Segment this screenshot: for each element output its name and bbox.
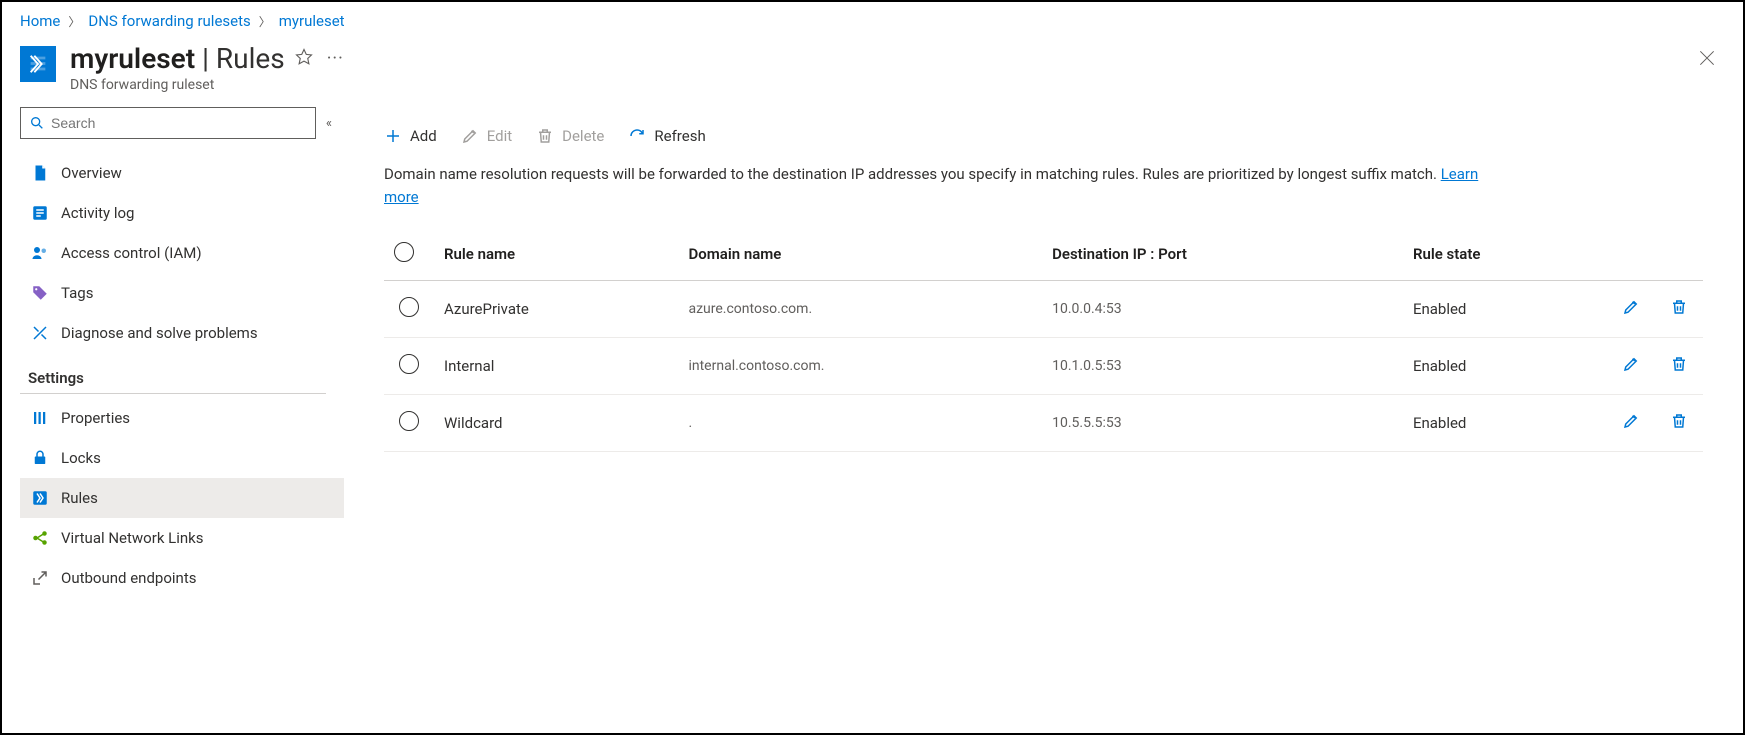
sidebar-item-tags[interactable]: Tags xyxy=(20,273,344,313)
sidebar-item-label: Activity log xyxy=(61,204,134,222)
cell-rule-name: Wildcard xyxy=(434,395,678,452)
cell-destination: 10.5.5.5:53 xyxy=(1042,395,1403,452)
lock-icon xyxy=(31,449,49,467)
sidebar-item-properties[interactable]: Properties xyxy=(20,398,344,438)
main-content: Add Edit Delete Refresh Domain name reso… xyxy=(344,107,1743,726)
sidebar-item-label: Diagnose and solve problems xyxy=(61,324,258,342)
iam-icon xyxy=(31,244,49,262)
add-label: Add xyxy=(410,127,437,145)
close-button[interactable] xyxy=(1697,48,1717,68)
row-select[interactable] xyxy=(399,297,419,317)
cell-rule-name: AzurePrivate xyxy=(434,281,678,338)
edit-row-icon[interactable] xyxy=(1622,412,1640,430)
cell-domain: internal.contoso.com. xyxy=(678,338,1042,395)
sidebar-item-overview[interactable]: Overview xyxy=(20,153,344,193)
col-destination[interactable]: Destination IP : Port xyxy=(1042,228,1403,281)
cell-state: Enabled xyxy=(1403,281,1607,338)
activity-log-icon xyxy=(31,204,49,222)
description-body: Domain name resolution requests will be … xyxy=(384,165,1441,183)
plus-icon xyxy=(384,127,402,145)
resource-name: myruleset xyxy=(70,42,195,75)
sidebar-search[interactable] xyxy=(20,107,316,139)
sidebar-item-label: Virtual Network Links xyxy=(61,529,204,547)
delete-row-icon[interactable] xyxy=(1670,298,1688,316)
rules-table: Rule name Domain name Destination IP : P… xyxy=(384,228,1703,452)
refresh-button[interactable]: Refresh xyxy=(628,127,705,145)
outbound-icon xyxy=(31,569,49,587)
col-rule-state[interactable]: Rule state xyxy=(1403,228,1607,281)
diagnose-icon xyxy=(31,324,49,342)
breadcrumb-rulesets[interactable]: DNS forwarding rulesets xyxy=(88,12,250,30)
breadcrumb: Home 〉 DNS forwarding rulesets 〉 myrules… xyxy=(2,2,1743,36)
resource-type-label: DNS forwarding ruleset xyxy=(70,77,348,93)
sidebar-item-outbound[interactable]: Outbound endpoints xyxy=(20,558,344,598)
more-actions-icon[interactable]: ··· xyxy=(323,48,348,69)
sidebar-item-iam[interactable]: Access control (IAM) xyxy=(20,233,344,273)
pin-star-icon[interactable] xyxy=(295,48,313,70)
table-row[interactable]: AzurePrivate azure.contoso.com. 10.0.0.4… xyxy=(384,281,1703,338)
sidebar-item-label: Outbound endpoints xyxy=(61,569,196,587)
delete-label: Delete xyxy=(562,127,604,145)
sidebar-section-settings: Settings xyxy=(20,353,326,394)
edit-button: Edit xyxy=(461,127,512,145)
refresh-icon xyxy=(628,127,646,145)
col-rule-name[interactable]: Rule name xyxy=(434,228,678,281)
table-row[interactable]: Internal internal.contoso.com. 10.1.0.5:… xyxy=(384,338,1703,395)
trash-icon xyxy=(536,127,554,145)
sidebar-item-label: Overview xyxy=(61,164,122,182)
chevron-right-icon: 〉 xyxy=(259,13,271,30)
page-title: myruleset | Rules xyxy=(70,42,285,75)
edit-label: Edit xyxy=(487,127,512,145)
vnet-icon xyxy=(31,529,49,547)
properties-icon xyxy=(31,409,49,427)
sidebar-item-label: Locks xyxy=(61,449,101,467)
delete-button: Delete xyxy=(536,127,604,145)
blade-title: Rules xyxy=(216,42,285,75)
sidebar-item-label: Rules xyxy=(61,489,98,507)
edit-row-icon[interactable] xyxy=(1622,355,1640,373)
sidebar: « Overview Activity log Access control (… xyxy=(2,107,344,726)
sidebar-item-rules[interactable]: Rules xyxy=(20,478,344,518)
add-button[interactable]: Add xyxy=(384,127,437,145)
select-all-header[interactable] xyxy=(384,228,434,281)
sidebar-item-locks[interactable]: Locks xyxy=(20,438,344,478)
cell-destination: 10.0.0.4:53 xyxy=(1042,281,1403,338)
cell-domain: . xyxy=(678,395,1042,452)
breadcrumb-current[interactable]: myruleset xyxy=(279,12,345,30)
sidebar-item-label: Properties xyxy=(61,409,130,427)
resource-type-icon xyxy=(20,46,56,82)
edit-row-icon[interactable] xyxy=(1622,298,1640,316)
row-select[interactable] xyxy=(399,411,419,431)
row-select[interactable] xyxy=(399,354,419,374)
cell-state: Enabled xyxy=(1403,395,1607,452)
toolbar: Add Edit Delete Refresh xyxy=(384,121,1703,163)
collapse-sidebar-icon[interactable]: « xyxy=(322,112,336,135)
chevron-right-icon: 〉 xyxy=(68,13,80,30)
delete-row-icon[interactable] xyxy=(1670,412,1688,430)
page-header: myruleset | Rules ··· DNS forwarding rul… xyxy=(2,36,1743,107)
cell-destination: 10.1.0.5:53 xyxy=(1042,338,1403,395)
pencil-icon xyxy=(461,127,479,145)
table-row[interactable]: Wildcard . 10.5.5.5:53 Enabled xyxy=(384,395,1703,452)
rules-icon xyxy=(31,489,49,507)
sidebar-item-vnet-links[interactable]: Virtual Network Links xyxy=(20,518,344,558)
description-text: Domain name resolution requests will be … xyxy=(384,163,1484,208)
breadcrumb-home[interactable]: Home xyxy=(20,12,60,30)
sidebar-item-label: Access control (IAM) xyxy=(61,244,202,262)
cell-rule-name: Internal xyxy=(434,338,678,395)
sidebar-item-diagnose[interactable]: Diagnose and solve problems xyxy=(20,313,344,353)
search-icon xyxy=(29,115,45,131)
cell-state: Enabled xyxy=(1403,338,1607,395)
overview-icon xyxy=(31,164,49,182)
tags-icon xyxy=(31,284,49,302)
sidebar-item-label: Tags xyxy=(61,284,93,302)
search-input[interactable] xyxy=(51,115,307,131)
delete-row-icon[interactable] xyxy=(1670,355,1688,373)
refresh-label: Refresh xyxy=(654,127,705,145)
cell-domain: azure.contoso.com. xyxy=(678,281,1042,338)
col-domain-name[interactable]: Domain name xyxy=(678,228,1042,281)
sidebar-item-activity-log[interactable]: Activity log xyxy=(20,193,344,233)
